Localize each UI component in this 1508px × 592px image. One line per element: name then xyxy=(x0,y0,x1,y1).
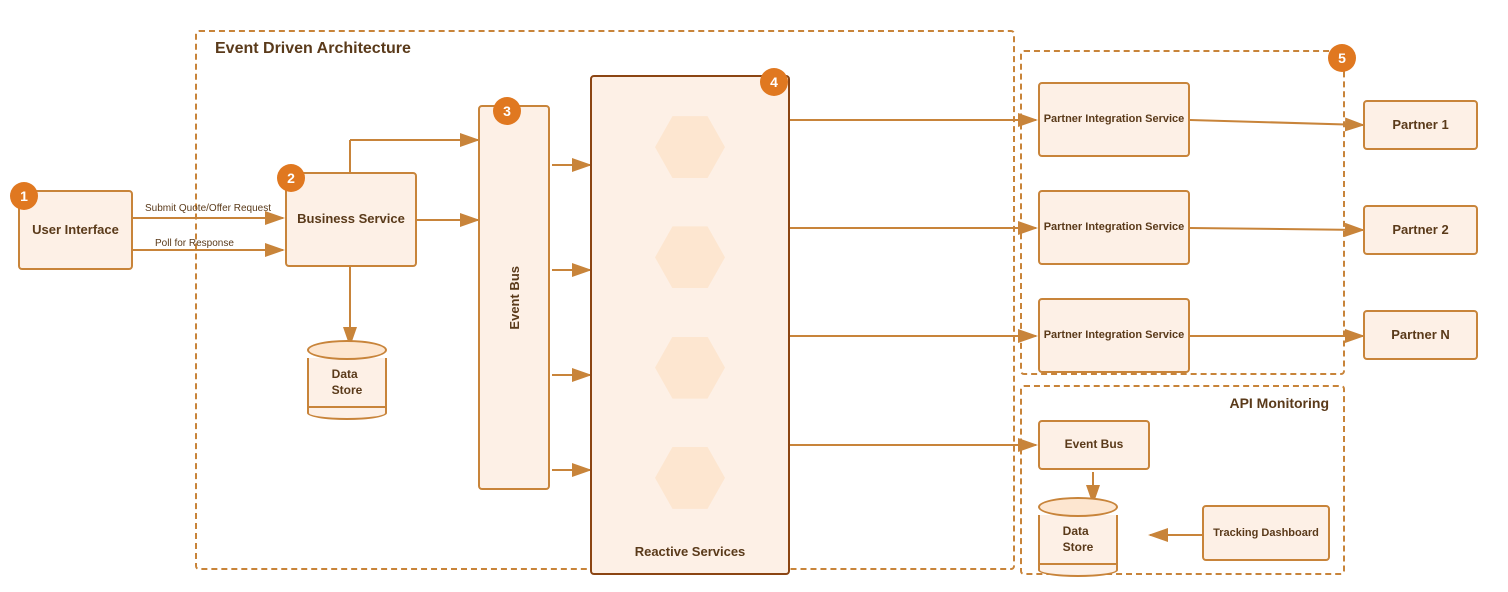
partner1-label: Partner 1 xyxy=(1392,117,1448,134)
user-interface-label: User Interface xyxy=(32,222,119,239)
tracking-dashboard-box: Tracking Dashboard xyxy=(1202,505,1330,561)
hex-2 xyxy=(655,226,725,288)
partner-int-3-label: Partner Integration Service xyxy=(1044,328,1185,342)
data-store-main: DataStore xyxy=(307,340,387,420)
hex-3 xyxy=(655,337,725,399)
reactive-services-label: Reactive Services xyxy=(635,544,746,561)
data-store-monitor: DataStore xyxy=(1038,497,1118,577)
partner-int-3-box: Partner Integration Service xyxy=(1038,298,1190,373)
event-bus-monitor-label: Event Bus xyxy=(1065,437,1124,453)
partner2-label: Partner 2 xyxy=(1392,222,1448,239)
data-store-monitor-label: DataStore xyxy=(1063,524,1094,555)
event-bus-label: Event Bus xyxy=(507,266,522,330)
partner-int-1-label: Partner Integration Service xyxy=(1044,112,1185,126)
business-service-box: Business Service xyxy=(285,172,417,267)
hex-4 xyxy=(655,447,725,509)
partner-int-2-label: Partner Integration Service xyxy=(1044,220,1185,234)
partner-int-2-box: Partner Integration Service xyxy=(1038,190,1190,265)
badge-4: 4 xyxy=(760,68,788,96)
tracking-dashboard-label: Tracking Dashboard xyxy=(1213,526,1319,540)
partner2-box: Partner 2 xyxy=(1363,205,1478,255)
partner1-box: Partner 1 xyxy=(1363,100,1478,150)
badge-5: 5 xyxy=(1328,44,1356,72)
event-bus-box: Event Bus xyxy=(478,105,550,490)
hex-1 xyxy=(655,116,725,178)
poll-label: Poll for Response xyxy=(155,238,234,249)
partnerN-box: Partner N xyxy=(1363,310,1478,360)
submit-label: Submit Quote/Offer Request xyxy=(145,203,271,214)
badge-1: 1 xyxy=(10,182,38,210)
reactive-services-container: Reactive Services xyxy=(590,75,790,575)
badge-3: 3 xyxy=(493,97,521,125)
event-bus-monitor-box: Event Bus xyxy=(1038,420,1150,470)
event-driven-label: Event Driven Architecture xyxy=(215,40,411,58)
data-store-label: DataStore xyxy=(332,367,363,398)
partnerN-label: Partner N xyxy=(1391,327,1450,344)
business-service-label: Business Service xyxy=(297,211,405,228)
partner-int-1-box: Partner Integration Service xyxy=(1038,82,1190,157)
api-monitoring-label: API Monitoring xyxy=(1229,395,1329,411)
badge-2: 2 xyxy=(277,164,305,192)
diagram-container: Event Driven Architecture API Monitoring… xyxy=(0,0,1508,592)
